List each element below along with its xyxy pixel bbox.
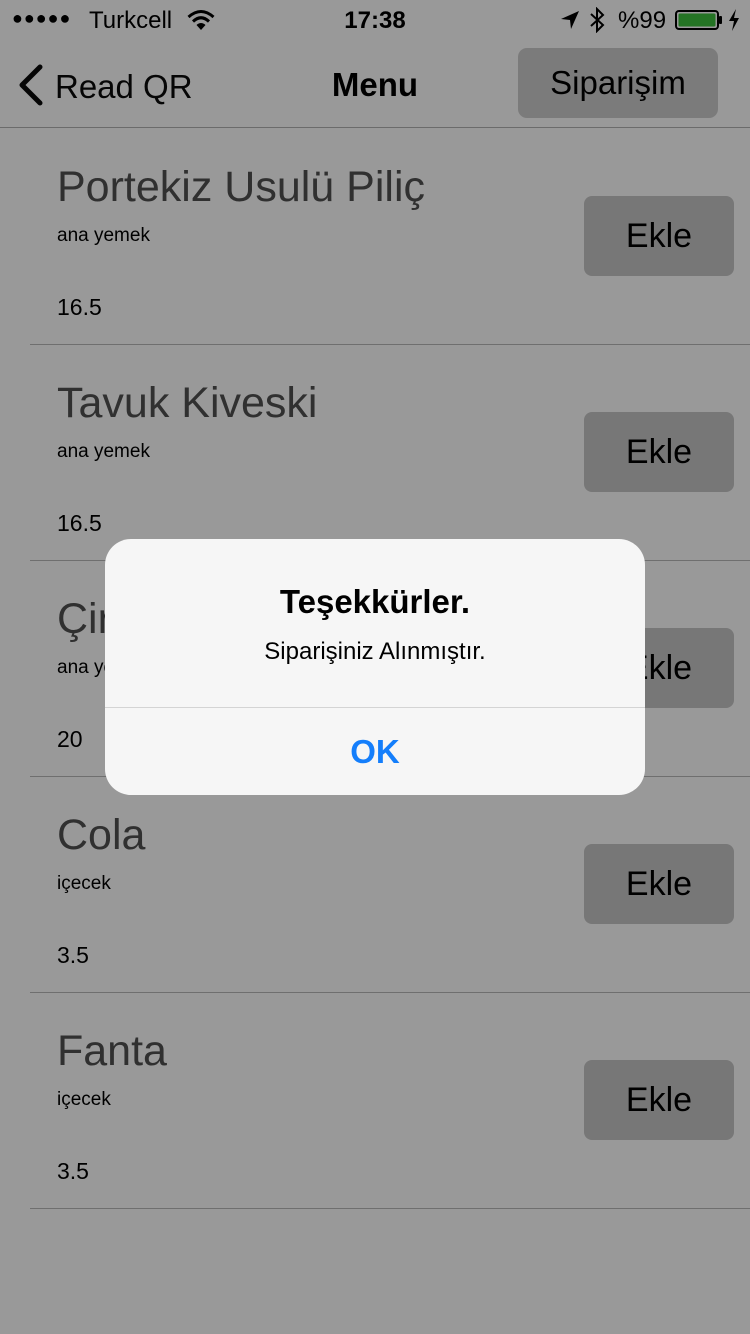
ok-button[interactable]: OK xyxy=(105,708,645,795)
alert-dialog: Teşekkürler. Siparişiniz Alınmıştır. OK xyxy=(105,539,645,795)
alert-message: Siparişiniz Alınmıştır. xyxy=(264,638,486,665)
alert-title: Teşekkürler. xyxy=(279,583,471,620)
